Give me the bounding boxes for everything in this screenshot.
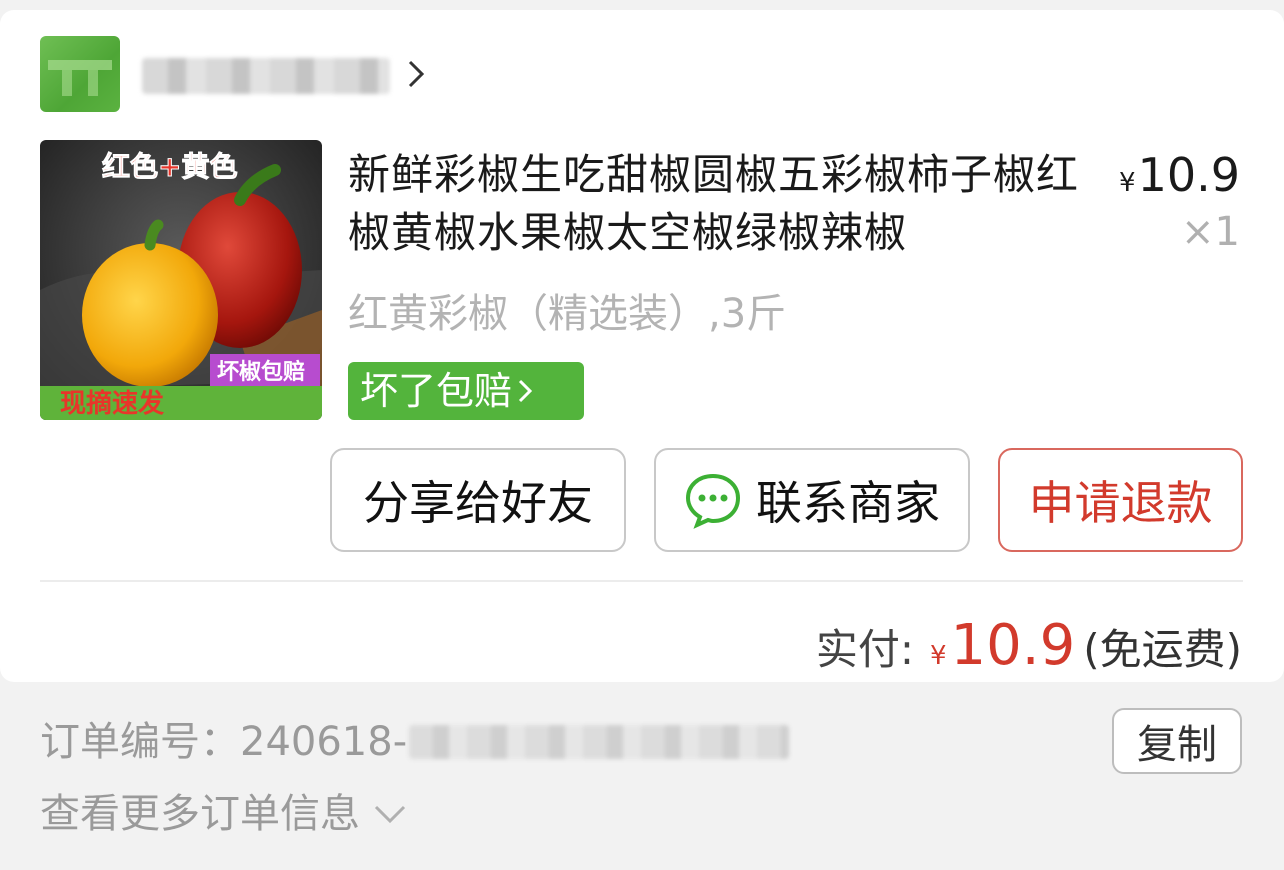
pepper-illustration: 红色+黄色 坏椒包赔 现摘速发 <box>40 140 322 420</box>
product-price: ¥10.9 <box>1119 146 1240 212</box>
product-quantity: ×1 <box>1181 209 1240 255</box>
chevron-right-icon <box>408 60 425 88</box>
copy-button-label: 复制 <box>1137 722 1217 768</box>
order-number-redacted <box>409 725 790 759</box>
paid-amount: 10.9 <box>950 613 1076 678</box>
more-order-info[interactable]: 查看更多订单信息 <box>40 784 408 844</box>
share-button-label: 分享给好友 <box>363 476 593 530</box>
shop-name-redacted <box>142 58 390 94</box>
product-title[interactable]: 新鲜彩椒生吃甜椒圆椒五彩椒柿子椒红椒黄椒水果椒太空椒绿椒辣椒 <box>348 146 1088 262</box>
product-image[interactable]: 红色+黄色 坏椒包赔 现摘速发 <box>40 140 322 420</box>
price-symbol: ¥ <box>1119 168 1136 198</box>
order-number-row: 订单编号： 240618- <box>40 712 790 772</box>
shop-avatar <box>40 36 120 112</box>
shipping-note: (免运费) <box>1083 625 1242 674</box>
price-value: 10.9 <box>1137 148 1240 202</box>
share-button[interactable]: 分享给好友 <box>330 448 626 552</box>
chevron-right-icon <box>518 379 533 403</box>
shop-header[interactable] <box>40 36 640 112</box>
paid-label: 实付: <box>815 625 914 674</box>
refund-button[interactable]: 申请退款 <box>998 448 1243 552</box>
more-order-info-label: 查看更多订单信息 <box>40 791 360 837</box>
image-bottom-text: 现摘速发 <box>60 388 164 419</box>
order-card: 红色+黄色 坏椒包赔 现摘速发 新鲜彩椒生吃甜椒圆椒五彩椒柿子椒红椒黄椒水果椒太… <box>0 10 1284 682</box>
order-number-label: 订单编号： <box>40 719 240 765</box>
guarantee-label: 坏了包赔 <box>360 369 513 413</box>
copy-order-button[interactable]: 复制 <box>1112 708 1242 774</box>
image-badge-text: 坏椒包赔 <box>217 359 305 385</box>
product-spec: 红黄彩椒（精选装）,3斤 <box>348 291 787 337</box>
image-top-text: 红色+黄色 <box>102 150 237 183</box>
chevron-down-icon <box>374 805 406 824</box>
refund-button-label: 申请退款 <box>1028 476 1213 530</box>
divider <box>40 580 1243 582</box>
order-number-prefix: 240618- <box>240 719 408 765</box>
payment-summary: 实付: ¥ 10.9 (免运费) <box>816 614 1242 688</box>
contact-merchant-button[interactable]: 联系商家 <box>654 448 970 552</box>
guarantee-badge[interactable]: 坏了包赔 <box>348 362 584 420</box>
paid-currency: ¥ <box>929 641 947 671</box>
contact-button-label: 联系商家 <box>756 476 940 530</box>
chat-bubble-icon <box>685 473 741 529</box>
